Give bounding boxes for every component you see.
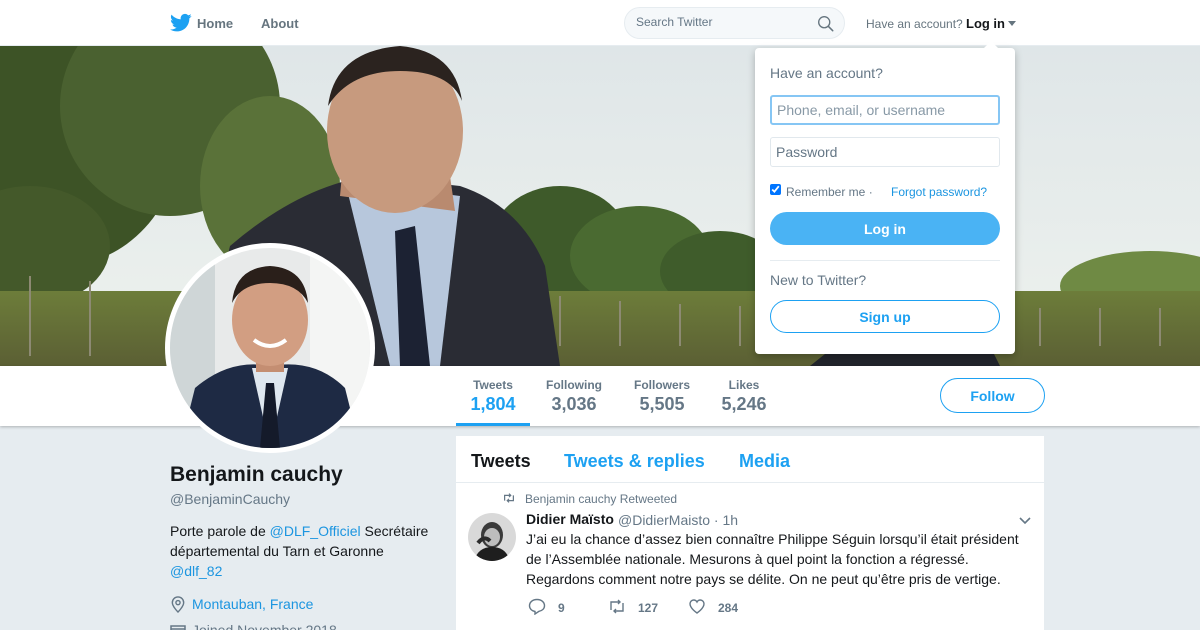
location-text[interactable]: Montauban, France bbox=[192, 596, 313, 612]
avatar-photo bbox=[170, 248, 370, 448]
stat-followers-value: 5,505 bbox=[639, 394, 685, 414]
search-box bbox=[624, 7, 845, 39]
heart-icon bbox=[689, 599, 705, 614]
active-tab-indicator bbox=[456, 423, 530, 426]
tweet-author-photo bbox=[468, 513, 516, 561]
stat-following[interactable]: Following 3,036 bbox=[545, 378, 603, 415]
login-dropdown: Have an account? Remember me · Forgot pa… bbox=[755, 41, 1015, 354]
profile-name: Benjamin cauchy bbox=[170, 463, 343, 486]
nav-about-link[interactable]: About bbox=[261, 16, 299, 31]
joined-text: Joined November 2018 bbox=[192, 622, 337, 630]
account-prompt: Have an account? bbox=[866, 17, 963, 31]
caret-down-icon[interactable] bbox=[1008, 21, 1016, 26]
stat-likes-label: Likes bbox=[728, 378, 760, 392]
retweet-icon bbox=[610, 599, 624, 614]
retweet-context-icon bbox=[504, 493, 514, 503]
stat-followers[interactable]: Followers 5,505 bbox=[633, 378, 691, 415]
tweet-author-avatar[interactable] bbox=[468, 513, 516, 561]
nav-home-link[interactable]: Home bbox=[197, 16, 233, 31]
calendar-icon bbox=[170, 625, 186, 630]
remember-me-label[interactable]: Remember me · bbox=[786, 185, 873, 199]
profile-handle: @BenjaminCauchy bbox=[170, 491, 291, 507]
stat-followers-label: Followers bbox=[633, 378, 690, 392]
tweet-text: J’ai eu la chance d’assez bien connaître… bbox=[526, 531, 1019, 587]
bio-text: Porte parole de bbox=[170, 523, 270, 539]
signup-button[interactable]: Sign up bbox=[770, 300, 1000, 333]
stat-following-value: 3,036 bbox=[551, 394, 597, 414]
login-dropdown-title: Have an account? bbox=[770, 65, 883, 81]
profile-bio: Porte parole de @DLF_Officiel Secrétaire… bbox=[170, 521, 440, 581]
retweet-count: 127 bbox=[638, 601, 659, 615]
timeline-tabs: Tweets Tweets & replies Media bbox=[456, 436, 1044, 483]
retweet-context[interactable]: Benjamin cauchy Retweeted bbox=[525, 492, 677, 506]
chevron-down-icon[interactable] bbox=[1018, 516, 1032, 526]
stat-following-label: Following bbox=[546, 378, 602, 392]
bio-mention-dlf-officiel[interactable]: @DLF_Officiel bbox=[270, 523, 361, 539]
reply-count: 9 bbox=[558, 601, 565, 615]
stat-likes-value: 5,246 bbox=[721, 394, 767, 414]
login-button[interactable]: Log in bbox=[770, 212, 1000, 245]
login-dropdown-toggle[interactable]: Log in bbox=[966, 16, 1005, 31]
stat-tweets[interactable]: Tweets 1,804 bbox=[470, 378, 516, 415]
tweet-author-handle[interactable]: @DidierMaisto · 1h bbox=[618, 512, 738, 528]
bio-mention-dlf-82[interactable]: @dlf_82 bbox=[170, 563, 222, 579]
follow-button[interactable]: Follow bbox=[940, 378, 1045, 413]
search-input[interactable] bbox=[636, 15, 806, 29]
stat-tweets-value: 1,804 bbox=[470, 394, 516, 414]
remember-me-checkbox[interactable] bbox=[770, 184, 781, 195]
avatar[interactable] bbox=[165, 243, 375, 453]
stat-likes[interactable]: Likes 5,246 bbox=[721, 378, 767, 415]
forgot-password-link[interactable]: Forgot password? bbox=[891, 185, 987, 199]
twitter-bird-icon[interactable] bbox=[170, 13, 192, 33]
tab-media[interactable]: Media bbox=[739, 451, 790, 472]
location-pin-icon bbox=[171, 596, 185, 613]
timeline: Tweets Tweets & replies Media Benjamin c… bbox=[456, 436, 1044, 630]
new-to-twitter-label: New to Twitter? bbox=[770, 272, 867, 288]
username-field[interactable] bbox=[770, 95, 1000, 125]
reply-icon bbox=[528, 598, 546, 615]
tab-tweets[interactable]: Tweets bbox=[471, 451, 531, 472]
like-count: 284 bbox=[718, 601, 739, 615]
stat-tweets-label: Tweets bbox=[473, 378, 513, 392]
divider bbox=[770, 260, 1000, 261]
tab-tweets-replies[interactable]: Tweets & replies bbox=[564, 451, 705, 472]
search-icon[interactable] bbox=[817, 15, 834, 32]
tweet-author-name[interactable]: Didier Maïsto bbox=[526, 511, 614, 527]
password-field[interactable] bbox=[770, 137, 1000, 167]
top-navigation: Home About Have an account? Log in bbox=[0, 0, 1200, 46]
